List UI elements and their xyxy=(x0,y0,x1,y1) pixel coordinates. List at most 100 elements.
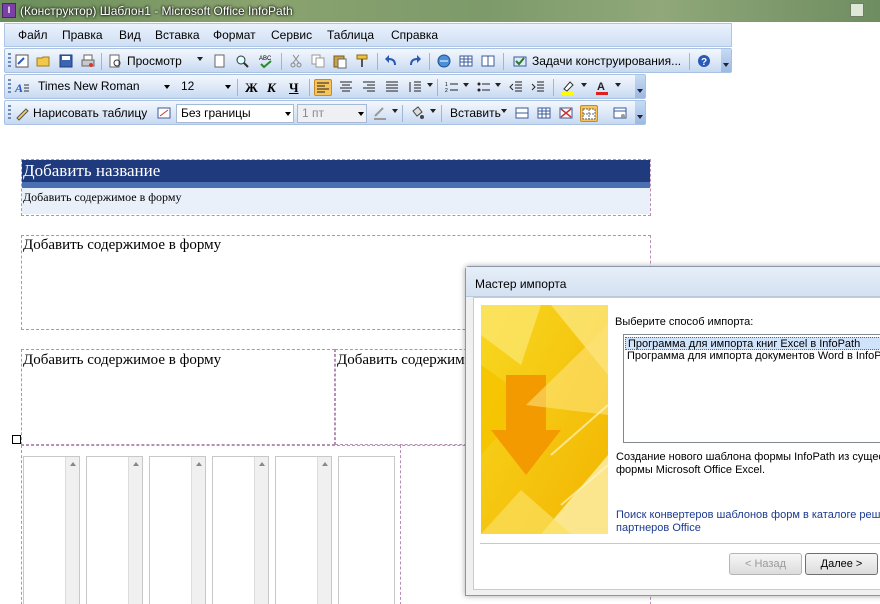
insert-table-icon[interactable] xyxy=(457,53,475,70)
chevron-down-icon[interactable] xyxy=(495,83,501,87)
scrollbar[interactable] xyxy=(317,457,331,604)
preview-icon[interactable] xyxy=(106,53,124,70)
redo-icon[interactable] xyxy=(405,53,423,70)
copy-icon[interactable] xyxy=(309,53,327,70)
section1-placeholder[interactable]: Добавить содержимое в форму xyxy=(23,237,221,254)
list-box[interactable] xyxy=(86,456,143,604)
align-left-icon[interactable] xyxy=(314,79,332,96)
toolbar-options-icon[interactable] xyxy=(635,101,645,124)
menu-format[interactable]: Формат xyxy=(213,28,256,42)
justify-icon[interactable] xyxy=(383,79,401,96)
chevron-down-icon[interactable] xyxy=(430,109,436,113)
draw-table-button[interactable]: Нарисовать таблицу xyxy=(33,106,147,120)
zoom-icon[interactable] xyxy=(233,53,251,70)
delete-table-icon[interactable] xyxy=(557,105,575,122)
show-gridlines-icon[interactable] xyxy=(580,105,598,122)
underline-button[interactable]: Ч xyxy=(289,80,299,96)
bullets-icon[interactable] xyxy=(475,79,493,96)
chevron-down-icon[interactable] xyxy=(427,83,433,87)
increase-indent-icon[interactable] xyxy=(529,79,547,96)
scrollbar[interactable] xyxy=(191,457,205,604)
cut-icon[interactable] xyxy=(287,53,305,70)
bold-button[interactable]: Ж xyxy=(245,80,258,96)
print-preview-icon[interactable] xyxy=(211,53,229,70)
paste-icon[interactable] xyxy=(331,53,349,70)
text-styles-icon[interactable]: A xyxy=(13,79,31,96)
chevron-down-icon xyxy=(358,112,364,116)
chevron-down-icon[interactable] xyxy=(615,83,621,87)
chevron-down-icon[interactable] xyxy=(463,83,469,87)
wizard-illustration xyxy=(481,305,608,534)
highlight-icon[interactable] xyxy=(559,79,577,96)
infopath-icon[interactable]: I xyxy=(2,3,16,18)
import-method-list[interactable]: Программа для импорта книг Excel в InfoP… xyxy=(623,334,880,443)
chevron-down-icon[interactable] xyxy=(501,109,507,113)
font-name-combo[interactable]: Times New Roman xyxy=(34,78,172,97)
chevron-down-icon[interactable] xyxy=(392,109,398,113)
minimize-icon[interactable] xyxy=(850,3,864,17)
split-cells-icon[interactable] xyxy=(535,105,553,122)
print-icon[interactable] xyxy=(79,53,97,70)
chevron-down-icon[interactable] xyxy=(581,83,587,87)
hyperlink-icon[interactable] xyxy=(435,53,453,70)
design-tasks-button[interactable]: Задачи конструирования... xyxy=(532,54,681,68)
eraser-icon[interactable] xyxy=(155,105,173,122)
find-converters-link[interactable]: Поиск конвертеров шаблонов форм в катало… xyxy=(616,509,880,522)
chevron-down-icon[interactable] xyxy=(197,57,203,61)
align-center-icon[interactable] xyxy=(337,79,355,96)
font-color-icon[interactable]: A xyxy=(593,79,611,96)
design-tasks-icon[interactable] xyxy=(511,53,529,70)
list-box[interactable] xyxy=(275,456,332,604)
scrollbar[interactable] xyxy=(128,457,142,604)
insert-button[interactable]: Вставить xyxy=(450,106,501,120)
decrease-indent-icon[interactable] xyxy=(507,79,525,96)
menu-table[interactable]: Таблица xyxy=(327,28,374,42)
form-subtitle-placeholder[interactable]: Добавить содержимое в форму xyxy=(22,188,650,214)
undo-icon[interactable] xyxy=(383,53,401,70)
layout-table-icon[interactable] xyxy=(479,53,497,70)
scrollbar[interactable] xyxy=(254,457,268,604)
italic-button[interactable]: К xyxy=(267,80,276,96)
format-painter-icon[interactable] xyxy=(353,53,371,70)
shading-icon[interactable] xyxy=(408,105,426,122)
merge-cells-icon[interactable] xyxy=(513,105,531,122)
menu-file[interactable]: Файл xyxy=(18,28,48,42)
draw-table-icon[interactable] xyxy=(13,105,31,122)
open-icon[interactable] xyxy=(35,53,53,70)
font-size-combo[interactable]: 12 xyxy=(177,78,233,97)
save-icon[interactable] xyxy=(57,53,75,70)
border-color-icon[interactable] xyxy=(371,105,389,122)
find-converters-link-cont[interactable]: партнеров Office xyxy=(616,522,701,535)
spelling-icon[interactable]: ABC xyxy=(257,53,275,70)
border-style-combo[interactable]: Без границы xyxy=(176,104,294,123)
design-mode-icon[interactable] xyxy=(13,53,31,70)
toolbar-options-icon[interactable] xyxy=(635,75,645,98)
back-button[interactable]: < Назад xyxy=(729,553,802,575)
border-width-combo[interactable]: 1 пт xyxy=(297,104,367,123)
list-box[interactable] xyxy=(149,456,206,604)
option-word-importer[interactable]: Программа для импорта документов Word в … xyxy=(625,350,880,363)
scrollbar[interactable] xyxy=(65,457,79,604)
menu-view[interactable]: Вид xyxy=(119,28,141,42)
list-box[interactable] xyxy=(212,456,269,604)
option-excel-importer[interactable]: Программа для импорта книг Excel в InfoP… xyxy=(625,337,880,350)
next-button[interactable]: Далее > xyxy=(805,553,878,575)
preview-button[interactable]: Просмотр xyxy=(127,54,182,68)
list-box[interactable] xyxy=(338,456,395,604)
toolbar-options-icon[interactable] xyxy=(721,49,731,72)
numbering-icon[interactable]: 12 xyxy=(443,79,461,96)
menu-tools[interactable]: Сервис xyxy=(271,28,312,42)
line-spacing-icon[interactable] xyxy=(406,79,424,96)
menu-insert[interactable]: Вставка xyxy=(155,28,200,42)
list-box[interactable] xyxy=(23,456,80,604)
section2-left-placeholder[interactable]: Добавить содержимое в форму xyxy=(23,352,221,369)
help-icon[interactable]: ? xyxy=(695,53,713,70)
section2-right-placeholder[interactable]: Добавить содержим xyxy=(337,352,465,369)
table-properties-icon[interactable] xyxy=(611,105,629,122)
menu-edit[interactable]: Правка xyxy=(62,28,103,42)
menu-help[interactable]: Справка xyxy=(391,28,438,42)
align-right-icon[interactable] xyxy=(360,79,378,96)
dialog-title-bar[interactable]: Мастер импорта xyxy=(466,267,880,297)
table-handle[interactable] xyxy=(12,435,21,444)
form-title-placeholder[interactable]: Добавить название xyxy=(22,160,650,182)
